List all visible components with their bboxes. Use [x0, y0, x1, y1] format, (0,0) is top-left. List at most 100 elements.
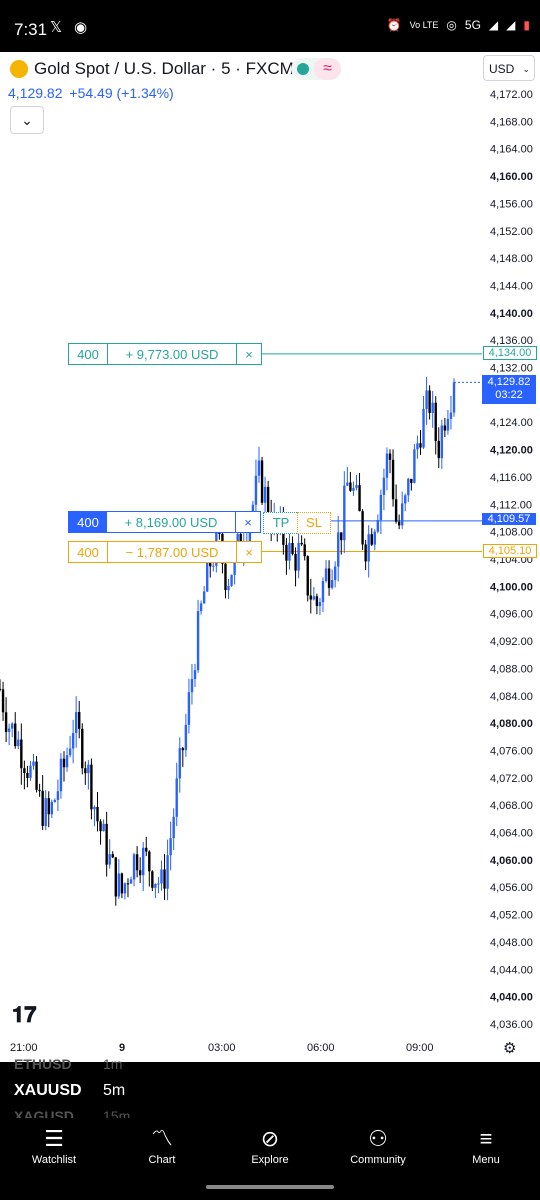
- candle-body: [169, 838, 172, 856]
- price-tick: 4,064.00: [490, 828, 533, 840]
- candle-body: [227, 585, 230, 591]
- price-tick: 4,092.00: [490, 636, 533, 648]
- currency-select[interactable]: USD ⌄: [483, 55, 535, 81]
- tp-close-icon[interactable]: ×: [237, 344, 261, 364]
- take-profit-order[interactable]: 400 + 9,773.00 USD ×: [68, 343, 262, 365]
- price-tick: 4,076.00: [490, 745, 533, 757]
- candle-body: [145, 847, 148, 852]
- delayed-data-icon: ≈: [314, 58, 341, 80]
- price-tick: 4,088.00: [490, 663, 533, 675]
- timeframe-option[interactable]: 1m: [103, 1056, 122, 1072]
- symbol-selected[interactable]: XAUUSD: [14, 1082, 82, 1100]
- candle-body: [230, 574, 233, 586]
- candle-body: [138, 870, 142, 876]
- nav-community[interactable]: ⚇ Community: [333, 1124, 423, 1166]
- price-tick: 4,152.00: [490, 226, 533, 238]
- price-tick: 4,160.00: [490, 171, 533, 183]
- price-tick: 4,168.00: [490, 116, 533, 128]
- candle-body: [428, 390, 431, 413]
- time-tick: 06:00: [307, 1042, 335, 1054]
- volte-icon: Vo LTE: [409, 20, 439, 30]
- candle-body: [111, 854, 114, 858]
- nav-label: Menu: [472, 1154, 500, 1166]
- candle-body: [315, 596, 319, 607]
- price-tick: 4,164.00: [490, 144, 533, 156]
- candle-body: [87, 764, 90, 774]
- candle-body: [337, 532, 340, 567]
- candle-body: [135, 854, 139, 871]
- candle-body: [346, 482, 349, 486]
- candle-body: [59, 758, 63, 792]
- candle-body: [175, 778, 178, 817]
- candle-body: [306, 556, 309, 596]
- candle-body: [187, 692, 191, 725]
- candle-body: [23, 768, 26, 774]
- candle-body: [312, 596, 316, 600]
- status-time: 7:31: [14, 20, 48, 39]
- candle-body: [425, 390, 428, 410]
- candle-body: [32, 761, 35, 766]
- network-label: 5G: [464, 18, 481, 32]
- candle-body: [14, 723, 17, 747]
- candle-body: [50, 801, 53, 815]
- nav-watchlist[interactable]: ☰ Watchlist: [9, 1124, 99, 1166]
- nav-chart[interactable]: 〽 Chart: [117, 1124, 207, 1166]
- signal-icon: ◢: [488, 18, 499, 32]
- candle-body: [96, 806, 99, 822]
- candle-body: [29, 765, 32, 778]
- symbol-title[interactable]: Gold Spot / U.S. Dollar · 5 · FXCM: [34, 59, 294, 79]
- symbol-option[interactable]: ETHUSD: [14, 1056, 72, 1072]
- tp-pnl: + 9,773.00 USD: [108, 344, 237, 364]
- candle-body: [385, 453, 389, 478]
- nav-menu[interactable]: ≡ Menu: [441, 1124, 531, 1166]
- chart-toolbar: ETHUSD XAUUSD XAGUSD 1m 5m 15m: [0, 1056, 540, 1124]
- price-tick: 4,040.00: [490, 992, 533, 1004]
- candle-body: [38, 789, 41, 791]
- candle-body: [1, 689, 5, 713]
- settings-icon[interactable]: ⚙: [503, 1039, 516, 1057]
- price-tick: 4,096.00: [490, 609, 533, 621]
- candle-body: [419, 443, 422, 448]
- add-sl-button[interactable]: SL: [297, 512, 331, 534]
- candle-body: [394, 499, 398, 522]
- status-bar: 7:31 𝕏 ◉ ⏰ Vo LTE ◎ 5G ◢ ◢ ▮: [0, 0, 540, 52]
- x-app-icon: 𝕏: [50, 19, 63, 36]
- price-tick: 4,060.00: [490, 855, 533, 867]
- candle-body: [74, 712, 78, 733]
- market-open-icon: [297, 63, 309, 75]
- candle-body: [440, 425, 444, 459]
- time-tick: 9: [119, 1042, 126, 1054]
- candle-body: [205, 558, 209, 592]
- candle-body: [410, 478, 413, 483]
- candle-body: [7, 728, 11, 732]
- candle-body: [260, 460, 264, 503]
- candle-body: [184, 724, 188, 751]
- entry-order[interactable]: 400 + 8,169.00 USD ×: [68, 511, 261, 533]
- stop-loss-order[interactable]: 400 − 1,787.00 USD ×: [68, 541, 262, 563]
- nav-explore[interactable]: ⊘ Explore: [225, 1124, 315, 1166]
- candle-body: [257, 460, 261, 476]
- candle-body: [68, 748, 72, 756]
- candle-body: [431, 402, 434, 413]
- entry-close-icon[interactable]: ×: [236, 512, 260, 532]
- price-tick: 4,132.00: [490, 363, 533, 375]
- candle-body: [340, 532, 343, 541]
- sl-close-icon[interactable]: ×: [237, 542, 261, 562]
- candle-body: [126, 883, 130, 885]
- price-tick: 4,156.00: [490, 198, 533, 210]
- price-tick: 4,116.00: [490, 472, 532, 484]
- candle-body: [218, 532, 221, 534]
- menu-icon: ≡: [479, 1126, 493, 1151]
- candle-body: [114, 857, 117, 897]
- candle-body: [47, 798, 50, 815]
- sl-qty: 400: [69, 542, 108, 562]
- candle-body: [364, 544, 367, 562]
- price-tick: 4,144.00: [490, 280, 533, 292]
- candle-body: [294, 553, 297, 571]
- add-tp-button[interactable]: TP: [263, 512, 299, 534]
- candle-body: [422, 409, 425, 448]
- timeframe-selected[interactable]: 5m: [103, 1082, 125, 1100]
- candle-body: [379, 494, 383, 521]
- candle-body: [285, 544, 288, 561]
- nav-label: Chart: [148, 1154, 176, 1166]
